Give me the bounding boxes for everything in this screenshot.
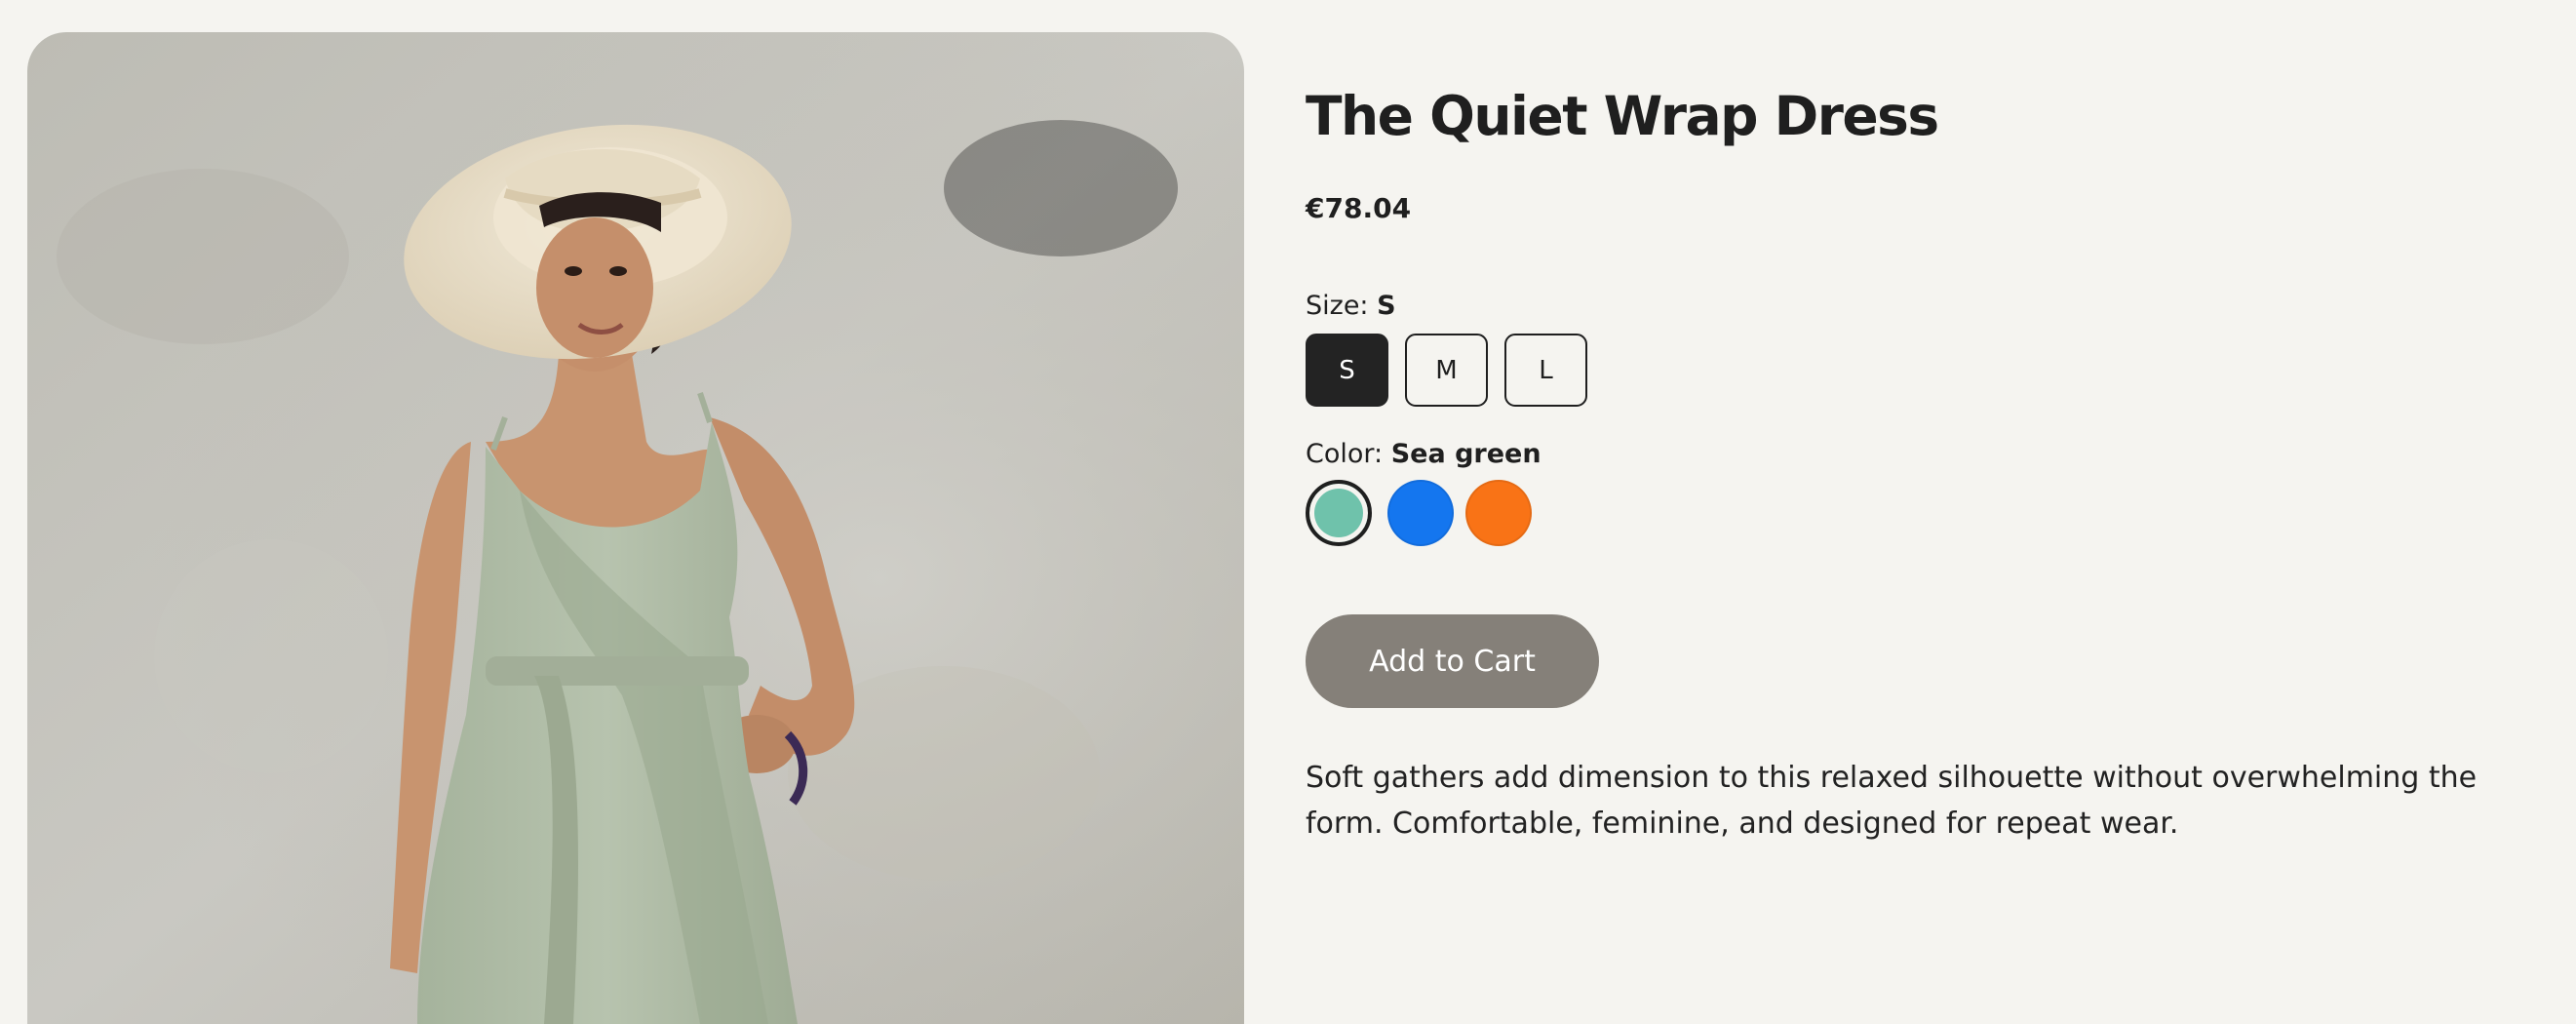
color-swatch-orange[interactable] [1465, 480, 1532, 546]
product-image [27, 32, 1244, 1024]
product-description: Soft gathers add dimension to this relax… [1306, 761, 2478, 841]
size-selector: S M L [1306, 334, 1587, 407]
color-label-text: Color: [1306, 439, 1384, 469]
color-swatch-sea-green[interactable] [1306, 480, 1372, 546]
color-label: Color: Sea green [1306, 441, 1542, 467]
size-option-m[interactable]: M [1405, 334, 1488, 407]
color-selector [1306, 480, 1532, 546]
size-label: Size: S [1306, 293, 1396, 319]
product-price: €78.04 [1306, 192, 1412, 224]
product-title: The Quiet Wrap Dress [1306, 85, 1939, 147]
size-selected-value: S [1377, 291, 1396, 321]
size-option-s[interactable]: S [1306, 334, 1388, 407]
color-swatch-blue[interactable] [1387, 480, 1454, 546]
product-page: The Quiet Wrap Dress €78.04 Size: S S M … [0, 0, 2576, 1024]
size-option-l[interactable]: L [1504, 334, 1587, 407]
add-to-cart-button[interactable]: Add to Cart [1306, 614, 1599, 708]
color-selected-value: Sea green [1390, 439, 1542, 469]
size-label-text: Size: [1306, 291, 1369, 321]
